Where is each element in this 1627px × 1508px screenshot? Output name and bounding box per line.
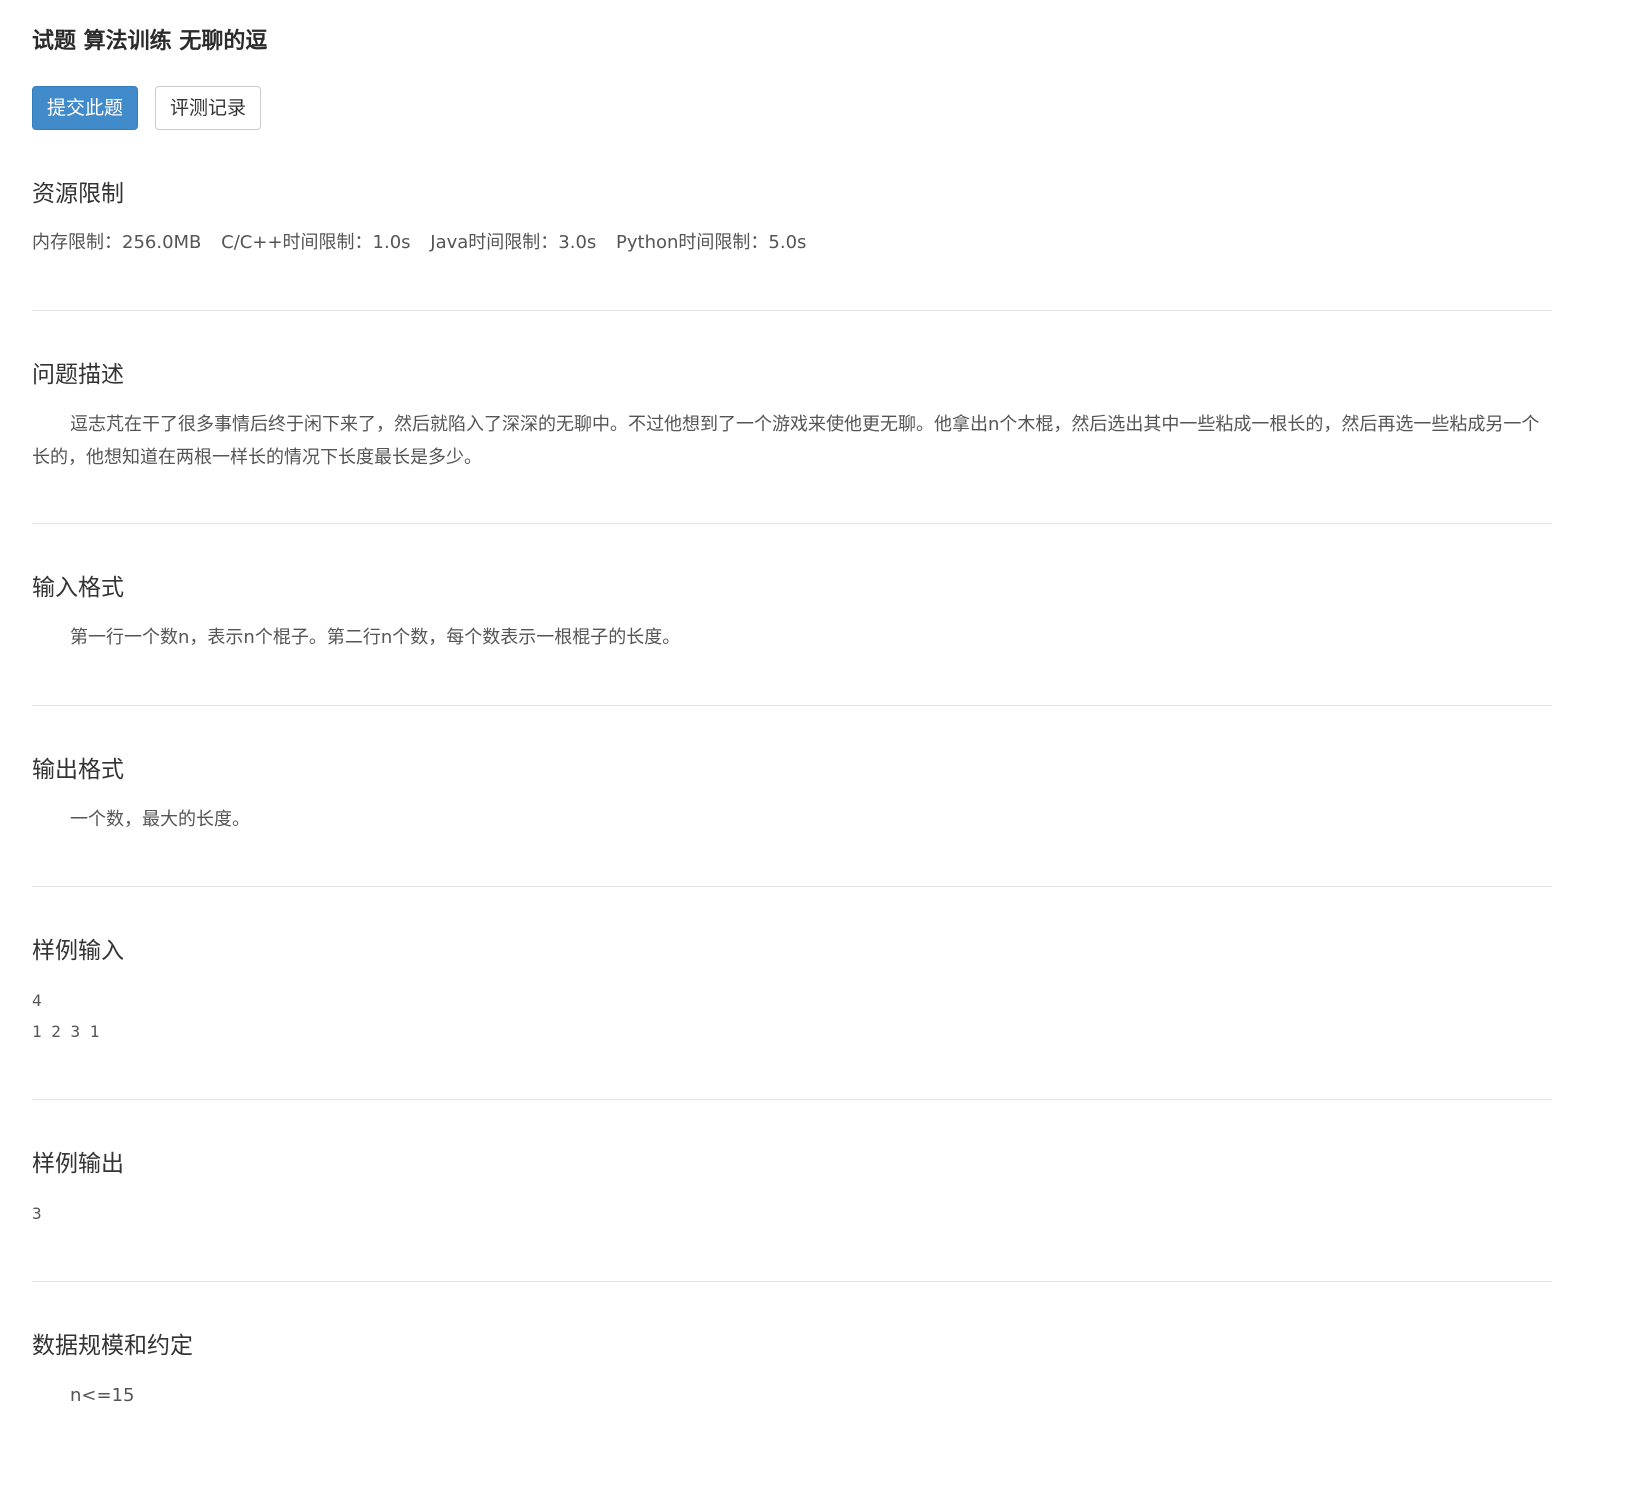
constraints-heading: 数据规模和约定 (32, 1333, 193, 1359)
memory-limit: 内存限制：256.0MB (32, 232, 202, 253)
records-button[interactable]: 评测记录 (155, 86, 261, 130)
sample-input-line: 1 2 3 1 (32, 1022, 100, 1041)
sample-input-block: 4 1 2 3 1 (32, 985, 99, 1047)
section-divider (32, 1099, 1552, 1100)
section-divider (32, 705, 1552, 706)
section-divider (32, 1281, 1552, 1282)
input-format-heading: 输入格式 (32, 575, 124, 601)
output-format-heading: 输出格式 (32, 757, 124, 783)
java-time-limit: Java时间限制：3.0s (430, 232, 597, 253)
python-time-limit: Python时间限制：5.0s (616, 232, 807, 253)
input-format-text: 第一行一个数n，表示n个棍子。第二行n个数，每个数表示一根棍子的长度。 (70, 627, 681, 648)
sample-input-line: 4 (32, 991, 42, 1010)
constraints-text: n<=15 (70, 1385, 135, 1406)
section-divider (32, 886, 1552, 887)
section-divider (32, 310, 1552, 311)
sample-output-heading: 样例输出 (32, 1151, 124, 1177)
resource-heading: 资源限制 (32, 181, 124, 207)
section-divider (32, 523, 1552, 524)
submit-button[interactable]: 提交此题 (32, 86, 138, 130)
description-heading: 问题描述 (32, 362, 124, 388)
sample-input-heading: 样例输入 (32, 938, 124, 964)
cpp-time-limit: C/C++时间限制：1.0s (221, 232, 411, 253)
sample-output-block: 3 (32, 1198, 42, 1229)
page-title: 试题 算法训练 无聊的逗 (32, 29, 268, 54)
output-format-text: 一个数，最大的长度。 (70, 809, 250, 830)
description-text: 逗志芃在干了很多事情后终于闲下来了，然后就陷入了深深的无聊中。不过他想到了一个游… (32, 414, 1540, 468)
problem-page: 试题 算法训练 无聊的逗 提交此题 评测记录 资源限制 内存限制：256.0MB… (0, 0, 1627, 1508)
resource-limits: 内存限制：256.0MB C/C++时间限制：1.0s Java时间限制：3.0… (32, 226, 1552, 259)
sample-output-line: 3 (32, 1204, 42, 1223)
